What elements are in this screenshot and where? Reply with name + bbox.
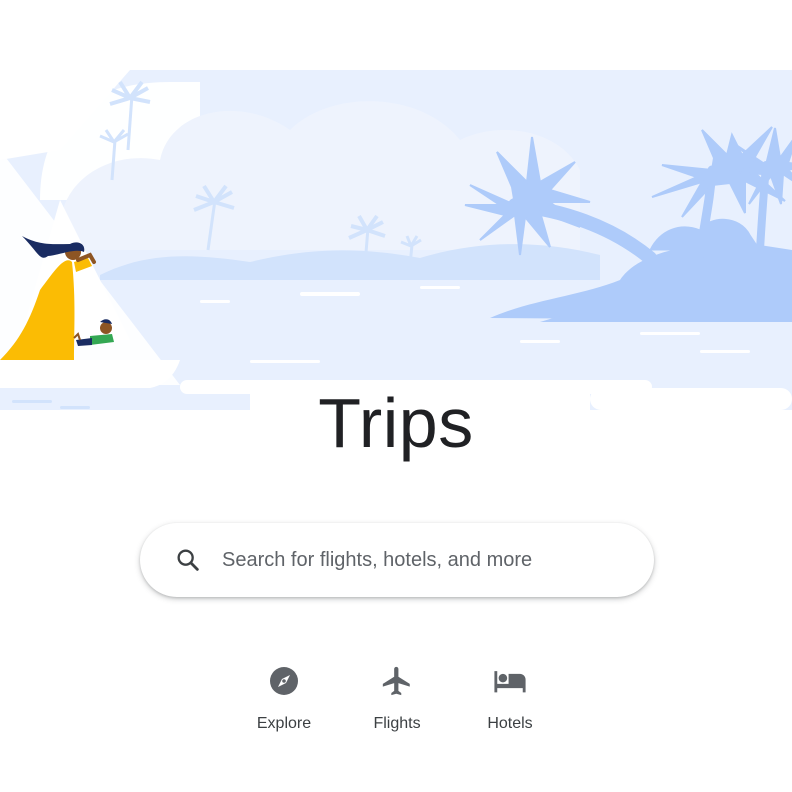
- nav-item-hotels[interactable]: Hotels: [455, 660, 565, 744]
- nav-label-flights: Flights: [373, 715, 421, 732]
- search-input[interactable]: [220, 547, 644, 573]
- trips-page: Trips Explore: [0, 0, 792, 792]
- page-title: Trips: [318, 384, 474, 462]
- nav-label-explore: Explore: [256, 715, 312, 732]
- search-box[interactable]: [140, 523, 654, 597]
- compass-icon: [267, 664, 301, 698]
- bed-icon: [493, 664, 527, 698]
- search-icon: [174, 546, 202, 574]
- airplane-icon: [380, 664, 414, 698]
- nav-item-explore[interactable]: Explore: [229, 660, 339, 744]
- hero-illustration: [0, 0, 792, 440]
- nav-item-flights[interactable]: Flights: [342, 660, 452, 744]
- nav-label-hotels: Hotels: [487, 715, 533, 732]
- travel-nav: Explore Flights Hotels: [0, 660, 792, 750]
